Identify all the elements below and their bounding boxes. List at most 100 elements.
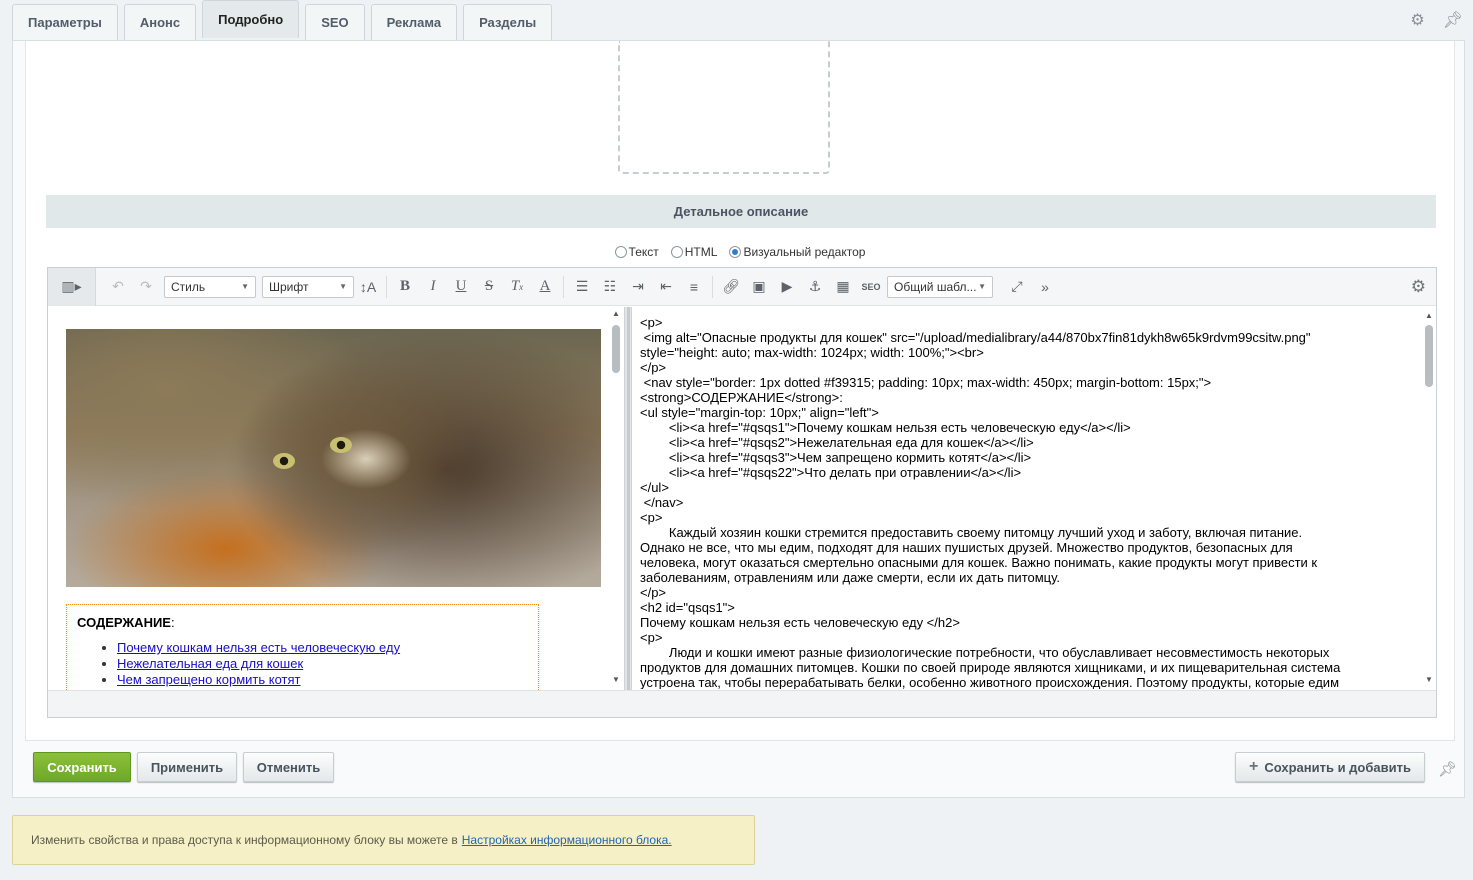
- code-line: <li><a href="#qsqs1">Почему кошкам нельз…: [640, 420, 1131, 435]
- toc-link[interactable]: Почему кошкам нельзя есть человеческую е…: [117, 640, 400, 655]
- save-button[interactable]: Сохранить: [33, 752, 131, 782]
- editor-status-bar: [48, 690, 1436, 717]
- bold-icon[interactable]: B: [391, 274, 419, 300]
- strikethrough-icon[interactable]: S: [475, 274, 503, 300]
- redo-icon[interactable]: ↷: [132, 274, 160, 300]
- font-size-icon[interactable]: ↕A: [354, 274, 382, 300]
- radio-icon[interactable]: [614, 246, 627, 258]
- undo-icon[interactable]: ↶: [104, 274, 132, 300]
- fullscreen-icon[interactable]: ⤢: [1003, 274, 1031, 300]
- more-icon[interactable]: »: [1031, 274, 1059, 300]
- image-icon[interactable]: ▣: [745, 274, 773, 300]
- scroll-up-icon[interactable]: ▲: [1422, 311, 1436, 320]
- radio-icon[interactable]: [670, 246, 683, 258]
- main-panel: Детальное описание Текст HTML Визуальный…: [12, 40, 1465, 798]
- tab-seo[interactable]: SEO: [305, 4, 365, 40]
- align-icon[interactable]: ≡: [680, 274, 708, 300]
- code-scrollbar[interactable]: ▲ ▼: [1422, 307, 1436, 690]
- toc-list: Почему кошкам нельзя есть человеческую е…: [77, 640, 528, 688]
- mode-text-radio[interactable]: Текст: [614, 245, 659, 259]
- code-line: <li><a href="#qsqs22">Что делать при отр…: [640, 465, 1022, 480]
- toc-title: СОДЕРЖАНИЕ: [77, 615, 171, 630]
- chevron-down-icon: ▼: [978, 282, 986, 291]
- code-line: <img alt="Опасные продукты для кошек" sr…: [640, 330, 1311, 345]
- outdent-icon[interactable]: ⇤: [652, 274, 680, 300]
- style-select[interactable]: Стиль ▼: [164, 275, 256, 298]
- code-pane[interactable]: <p> <img alt="Опасные продукты для кошек…: [640, 315, 1422, 689]
- unordered-list-icon[interactable]: ☷: [596, 274, 624, 300]
- toolbar-separator: [563, 275, 564, 298]
- tab-bar: Параметры Анонс Подробно SEO Реклама Раз…: [12, 0, 558, 40]
- scroll-up-icon[interactable]: ▲: [609, 309, 623, 318]
- code-line: человека, могут оказаться смертельно опа…: [640, 555, 1318, 570]
- pin-icon[interactable]: 📌︎: [1443, 10, 1463, 30]
- code-line: Люди и кошки имеют разные физиологически…: [640, 645, 1330, 660]
- scroll-down-icon[interactable]: ▼: [609, 675, 623, 684]
- eye-shape: [273, 453, 295, 469]
- toolbar-separator: [386, 275, 387, 298]
- settings-link[interactable]: Настройках информационного блока.: [462, 833, 672, 847]
- html-editor: ▥▸ ↶ ↷ Стиль ▼ Шрифт ▼ ↕A B I U S Tx A ☰…: [47, 267, 1437, 718]
- link-icon[interactable]: 🔗︎: [717, 274, 745, 300]
- indent-icon[interactable]: ⇥: [624, 274, 652, 300]
- remove-format-icon[interactable]: Tx: [503, 274, 531, 300]
- code-line: </ul>: [640, 480, 669, 495]
- info-note: Изменить свойства и права доступа к инфо…: [12, 815, 755, 865]
- chevron-down-icon: ▼: [241, 282, 249, 291]
- table-icon[interactable]: ▦: [829, 274, 857, 300]
- code-line: заболеваниям, отравлениям или даже смерт…: [640, 570, 1060, 585]
- mode-visual-radio[interactable]: Визуальный редактор: [729, 245, 865, 259]
- anchor-icon[interactable]: ⚓: [801, 274, 829, 300]
- visual-pane[interactable]: СОДЕРЖАНИЕ: Почему кошкам нельзя есть че…: [48, 307, 624, 690]
- code-line: <strong>СОДЕРЖАНИЕ</strong>:: [640, 390, 843, 405]
- scroll-thumb[interactable]: [1425, 325, 1433, 387]
- code-line: <h2 id="qsqs1">: [640, 600, 735, 615]
- scroll-thumb[interactable]: [612, 325, 620, 373]
- view-mode-icon[interactable]: ▥▸: [48, 267, 96, 306]
- plus-icon: +: [1249, 758, 1259, 775]
- template-select[interactable]: Общий шабл... ▼: [887, 275, 993, 298]
- code-line: style="height: auto; max-width: 1024px; …: [640, 345, 984, 360]
- tab-tools: ⚙ 📌︎: [1410, 10, 1463, 30]
- toc-link[interactable]: Чем запрещено кормить котят: [117, 672, 301, 687]
- text-color-icon[interactable]: A: [531, 274, 559, 300]
- code-line: <li><a href="#qsqs2">Нежелательная еда д…: [640, 435, 1034, 450]
- scroll-down-icon[interactable]: ▼: [1422, 675, 1436, 684]
- cat-image: [66, 329, 601, 587]
- list-item: Почему кошкам нельзя есть человеческую е…: [117, 640, 528, 656]
- tab-parameters[interactable]: Параметры: [12, 4, 118, 40]
- code-line: </p>: [640, 360, 667, 375]
- radio-icon-selected[interactable]: [729, 246, 742, 258]
- chevron-down-icon: ▼: [339, 282, 347, 291]
- mode-html-radio[interactable]: HTML: [670, 245, 717, 259]
- content-area: Детальное описание Текст HTML Визуальный…: [25, 41, 1455, 741]
- video-icon[interactable]: ▶: [773, 274, 801, 300]
- image-dropzone[interactable]: [618, 41, 830, 174]
- toc-link[interactable]: Нежелательная еда для кошек: [117, 656, 303, 671]
- seo-icon[interactable]: SEO: [857, 274, 885, 300]
- apply-button[interactable]: Применить: [137, 752, 237, 782]
- settings-gear-icon[interactable]: ⚙: [1411, 277, 1426, 297]
- ordered-list-icon[interactable]: ☰: [568, 274, 596, 300]
- code-line: <p>: [640, 315, 663, 330]
- editor-mode-switch: Текст HTML Визуальный редактор: [26, 245, 1454, 259]
- pane-splitter[interactable]: [624, 307, 632, 690]
- cancel-button[interactable]: Отменить: [243, 752, 334, 782]
- gear-icon[interactable]: ⚙: [1410, 10, 1424, 30]
- save-and-add-button[interactable]: + Сохранить и добавить: [1235, 752, 1425, 782]
- tab-sections[interactable]: Разделы: [463, 4, 553, 40]
- pin-icon[interactable]: 📌︎: [1438, 760, 1457, 778]
- tab-advertising[interactable]: Реклама: [370, 4, 458, 40]
- code-line: продуктов для домашних питомцев. Кошки п…: [640, 660, 1341, 675]
- visual-scrollbar[interactable]: ▲ ▼: [609, 307, 623, 690]
- tab-announce[interactable]: Анонс: [123, 4, 197, 40]
- tab-detail[interactable]: Подробно: [202, 0, 300, 38]
- code-line: <p>: [640, 630, 663, 645]
- underline-icon[interactable]: U: [447, 274, 475, 300]
- code-line: <ul style="margin-top: 10px;" align="lef…: [640, 405, 879, 420]
- eye-shape: [330, 437, 352, 453]
- font-select[interactable]: Шрифт ▼: [262, 275, 354, 298]
- code-line: </p>: [640, 585, 667, 600]
- code-line: Почему кошкам нельзя есть человеческую е…: [640, 615, 960, 630]
- italic-icon[interactable]: I: [419, 274, 447, 300]
